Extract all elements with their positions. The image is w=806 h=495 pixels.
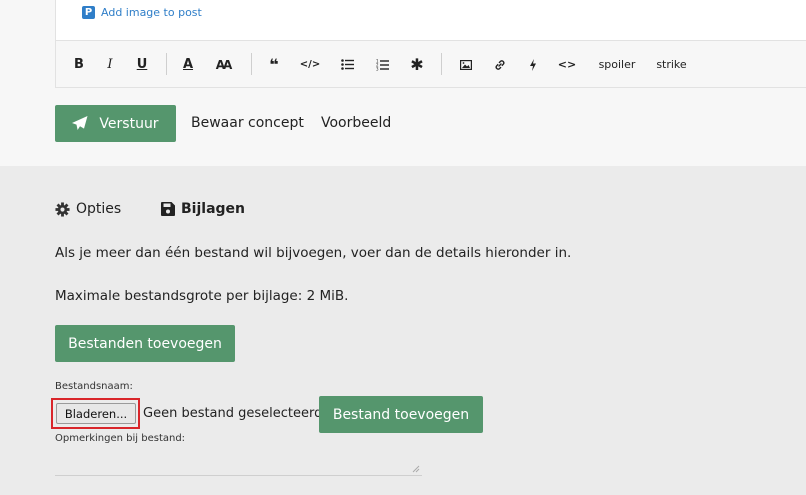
insert-link-button[interactable] — [493, 56, 507, 73]
svg-text:3: 3 — [376, 66, 379, 71]
add-image-link[interactable]: P Add image to post — [82, 6, 202, 19]
max-size-text: Maximale bestandsgrote per bijlage: 2 Mi… — [55, 288, 349, 304]
toolbar-divider — [251, 53, 252, 75]
attachments-intro: Als je meer dan één bestand wil bijvoege… — [55, 245, 572, 261]
italic-button[interactable]: I — [104, 56, 116, 73]
link-icon — [495, 59, 505, 70]
image-icon — [460, 59, 472, 70]
tab-options[interactable]: Opties — [55, 201, 121, 217]
floppy-disk-icon — [161, 202, 175, 216]
editor-text-area[interactable]: P Add image to post — [55, 0, 806, 41]
tab-options-label: Opties — [76, 201, 122, 217]
numbered-list-icon: 1 2 3 — [376, 59, 389, 71]
code-button[interactable]: </> — [300, 56, 320, 73]
browse-button[interactable]: Bladeren... — [56, 403, 136, 424]
remarks-label: Opmerkingen bij bestand: — [55, 433, 186, 444]
quote-button[interactable]: ❝ — [267, 55, 281, 74]
numbered-list-button[interactable]: 1 2 3 — [375, 56, 389, 73]
font-color-button[interactable]: A — [181, 56, 195, 73]
editor-area: P Add image to post B I U A AA ❝ </> 1 2… — [0, 0, 806, 166]
add-file-button[interactable]: Bestand toevoegen — [319, 396, 483, 433]
font-size-button[interactable]: AA — [214, 56, 233, 73]
filename-label: Bestandsnaam: — [55, 381, 133, 392]
options-panel: Opties Bijlagen Als je meer dan één best… — [0, 166, 806, 495]
save-draft-button[interactable]: Bewaar concept — [191, 115, 304, 131]
p-logo-icon: P — [82, 6, 95, 19]
strike-button[interactable]: strike — [655, 56, 688, 73]
add-image-label: Add image to post — [101, 6, 202, 19]
bullet-list-button[interactable] — [340, 56, 354, 73]
toolbar-divider — [166, 53, 167, 75]
resize-grip-icon[interactable] — [412, 465, 420, 473]
asterisk-button[interactable]: ✱ — [410, 55, 424, 74]
add-files-button[interactable]: Bestanden toevoegen — [55, 325, 235, 362]
bullet-list-icon — [340, 59, 354, 70]
preview-button[interactable]: Voorbeeld — [321, 115, 391, 131]
html-button[interactable]: <> — [558, 56, 576, 73]
toolbar-divider — [441, 53, 442, 75]
tab-attachments[interactable]: Bijlagen — [161, 201, 245, 217]
no-file-text: Geen bestand geselecteerd. — [143, 406, 327, 421]
bolt-icon — [530, 58, 536, 71]
spoiler-button[interactable]: spoiler — [597, 56, 637, 73]
bold-button[interactable]: B — [73, 56, 85, 73]
send-label: Verstuur — [99, 115, 159, 132]
send-button[interactable]: Verstuur — [55, 105, 176, 142]
paper-plane-icon — [72, 116, 88, 130]
tab-attachments-label: Bijlagen — [181, 201, 245, 217]
insert-image-button[interactable] — [459, 56, 473, 73]
remarks-field[interactable] — [55, 453, 422, 476]
flash-button[interactable] — [527, 56, 539, 73]
editor-toolbar: B I U A AA ❝ </> 1 2 3 ✱ <> spoiler stri… — [55, 41, 806, 88]
gear-icon — [55, 201, 70, 217]
underline-button[interactable]: U — [136, 56, 148, 73]
